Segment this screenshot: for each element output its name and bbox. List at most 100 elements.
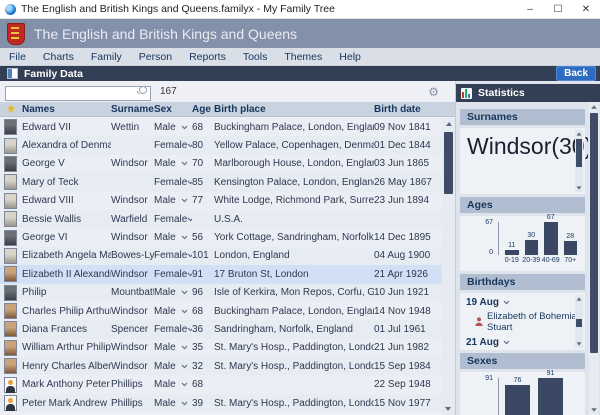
sex-cell: Male <box>154 122 192 133</box>
chevron-down-icon[interactable] <box>181 401 188 406</box>
table-scrollbar-thumb[interactable] <box>444 132 453 194</box>
chevron-down-icon[interactable] <box>187 217 192 222</box>
person-icon <box>475 317 483 326</box>
bar-value-label: 91 <box>546 370 555 377</box>
table-row[interactable]: Elizabeth II Alexandra MaryWindsor Female… <box>0 265 442 284</box>
birth-date-cell: 23 Jun 1894 <box>374 195 430 207</box>
chart-bar-group: 91 <box>538 370 563 415</box>
birth-place-cell: U.S.A. <box>214 213 243 225</box>
chevron-down-icon[interactable] <box>181 161 188 166</box>
birth-place-cell: Yellow Palace, Copenhagen, Denmark <box>214 140 374 152</box>
sex-cell: Male <box>154 398 192 409</box>
age-cell: 35 <box>192 342 204 354</box>
chevron-down-icon[interactable] <box>181 235 188 240</box>
minimize-button[interactable]: – <box>516 0 544 18</box>
gear-icon[interactable]: ⚙ <box>428 86 439 98</box>
chevron-down-icon[interactable] <box>181 382 188 387</box>
birth-place-cell: St. Mary's Hosp., Paddington, London, En… <box>214 397 374 409</box>
birth-place-cell: 17 Bruton St, London <box>214 268 309 280</box>
statistics-scrollbar[interactable] <box>589 102 599 415</box>
scroll-up-icon[interactable] <box>445 122 452 126</box>
close-button[interactable]: ✕ <box>572 0 600 18</box>
table-row[interactable]: Bessie Wallis Warfield Female U.S.A. <box>0 209 442 229</box>
scroll-down-icon[interactable] <box>445 407 451 411</box>
birthday-date-toggle[interactable]: 19 Aug <box>460 294 585 309</box>
sex-value: Female <box>154 250 188 262</box>
table-row[interactable]: Henry Charles Albert Windsor Male 32 St. Mar… <box>0 357 442 376</box>
portrait-thumbnail <box>4 395 17 412</box>
chart-bar <box>544 222 558 255</box>
chevron-down-icon <box>503 300 510 305</box>
menu-item-person[interactable]: Person <box>139 51 172 63</box>
bar-value-label: 11 <box>508 242 516 249</box>
table-row[interactable]: Diana Frances Spencer Female 36 Sandringham,… <box>0 320 442 339</box>
menu-item-tools[interactable]: Tools <box>243 51 268 63</box>
chevron-down-icon[interactable] <box>181 345 188 350</box>
birthday-person[interactable]: Elizabeth of Bohemia Stuart <box>460 309 585 334</box>
column-header-age[interactable]: Age <box>192 104 214 115</box>
menu-item-file[interactable]: File <box>9 51 26 63</box>
table-row[interactable]: Charles Philip Arthur Windsor Male 68 Buckin… <box>0 301 442 321</box>
menu-item-themes[interactable]: Themes <box>284 51 322 63</box>
portrait-thumbnail <box>4 137 17 154</box>
table-row[interactable]: Mark Anthony Peter Phillips Male 68 22 Sep 1… <box>0 375 442 394</box>
chevron-down-icon[interactable] <box>181 364 188 369</box>
table-row[interactable]: Alexandra of Denmark "Alix" Female 80 Yello… <box>0 136 442 155</box>
search-input[interactable] <box>5 85 151 101</box>
sex-cell: Male <box>154 342 192 353</box>
statistics-icon <box>461 87 472 99</box>
portrait-thumbnail <box>4 174 17 191</box>
surname-cell: Windsor <box>111 195 148 207</box>
surname-cloud-item[interactable]: Windsor(30) <box>467 133 588 159</box>
column-header-sex[interactable]: Sex <box>154 104 192 115</box>
surname-cell: Bowes-Lyon <box>111 250 154 262</box>
table-row[interactable]: Edward VII Wettin Male 68 Buckingham Palace,… <box>0 118 442 137</box>
table-row[interactable]: Peter Mark Andrew Phillips Male 39 St. Mary'… <box>0 393 442 413</box>
table-row[interactable]: Mary of Teck Female 85 Kensington Palace, L… <box>0 173 442 192</box>
sex-value: Male <box>154 305 176 317</box>
table-row[interactable]: William Arthur Philip Windsor Male 35 St. Ma… <box>0 338 442 358</box>
back-button[interactable]: Back <box>556 66 596 81</box>
column-header-surname[interactable]: Surname <box>111 104 154 115</box>
birth-date-cell: 03 Jun 1865 <box>374 158 430 170</box>
menu-item-help[interactable]: Help <box>339 51 361 63</box>
birthday-person[interactable]: William IV <box>460 349 585 350</box>
age-cell: 36 <box>192 323 204 335</box>
chart-bar <box>563 241 577 255</box>
birth-date-cell: 09 Nov 1841 <box>374 121 431 133</box>
column-header-birth-place[interactable]: Birth place <box>214 104 374 115</box>
sex-cell: Female <box>154 177 192 188</box>
chevron-down-icon[interactable] <box>181 309 188 314</box>
bar-value-label: 67 <box>546 214 555 221</box>
maximize-button[interactable]: ☐ <box>544 0 572 18</box>
chevron-down-icon[interactable] <box>181 125 188 130</box>
portrait-thumbnail <box>4 192 17 209</box>
menu-item-charts[interactable]: Charts <box>43 51 74 63</box>
menu-item-reports[interactable]: Reports <box>189 51 226 63</box>
person-name-cell: William Arthur Philip <box>22 342 111 354</box>
table-row[interactable]: George VI Windsor Male 56 York Cottage, Sand… <box>0 228 442 247</box>
chart-bar <box>538 378 563 415</box>
table-row[interactable]: Elizabeth Angela MargueriteBowes-LyonFem… <box>0 246 442 266</box>
birthday-date-toggle[interactable]: 21 Aug <box>460 334 585 349</box>
person-name-cell: George VI <box>22 232 68 244</box>
age-cell: 56 <box>192 232 204 244</box>
sex-value: Male <box>154 287 176 299</box>
column-header-names[interactable]: Names <box>22 104 111 115</box>
portrait-thumbnail <box>4 284 17 301</box>
column-header-birth-date[interactable]: Birth date <box>374 104 455 115</box>
birth-date-cell: 15 Sep 1984 <box>374 360 431 372</box>
chevron-down-icon[interactable] <box>181 290 188 295</box>
birthdays-scrollbar[interactable] <box>575 295 583 348</box>
surname-cell: Mountbatten <box>111 287 154 299</box>
table-row[interactable]: Edward VIII Windsor Male 77 White Lodge, Ric… <box>0 191 442 210</box>
cloud-scrollbar[interactable] <box>575 130 583 192</box>
person-name-cell: Elizabeth II Alexandra Mary <box>22 268 111 280</box>
portrait-thumbnail <box>4 303 17 320</box>
table-scrollbar[interactable] <box>442 118 455 415</box>
table-row[interactable]: George V Windsor Male 70 Marlborough House, … <box>0 154 442 174</box>
chevron-down-icon[interactable] <box>181 198 188 203</box>
statistics-scrollbar-thumb[interactable] <box>590 113 598 353</box>
table-row[interactable]: Philip MountbattenMale 96 Isle of Kerkira, … <box>0 283 442 302</box>
menu-item-family[interactable]: Family <box>91 51 122 63</box>
